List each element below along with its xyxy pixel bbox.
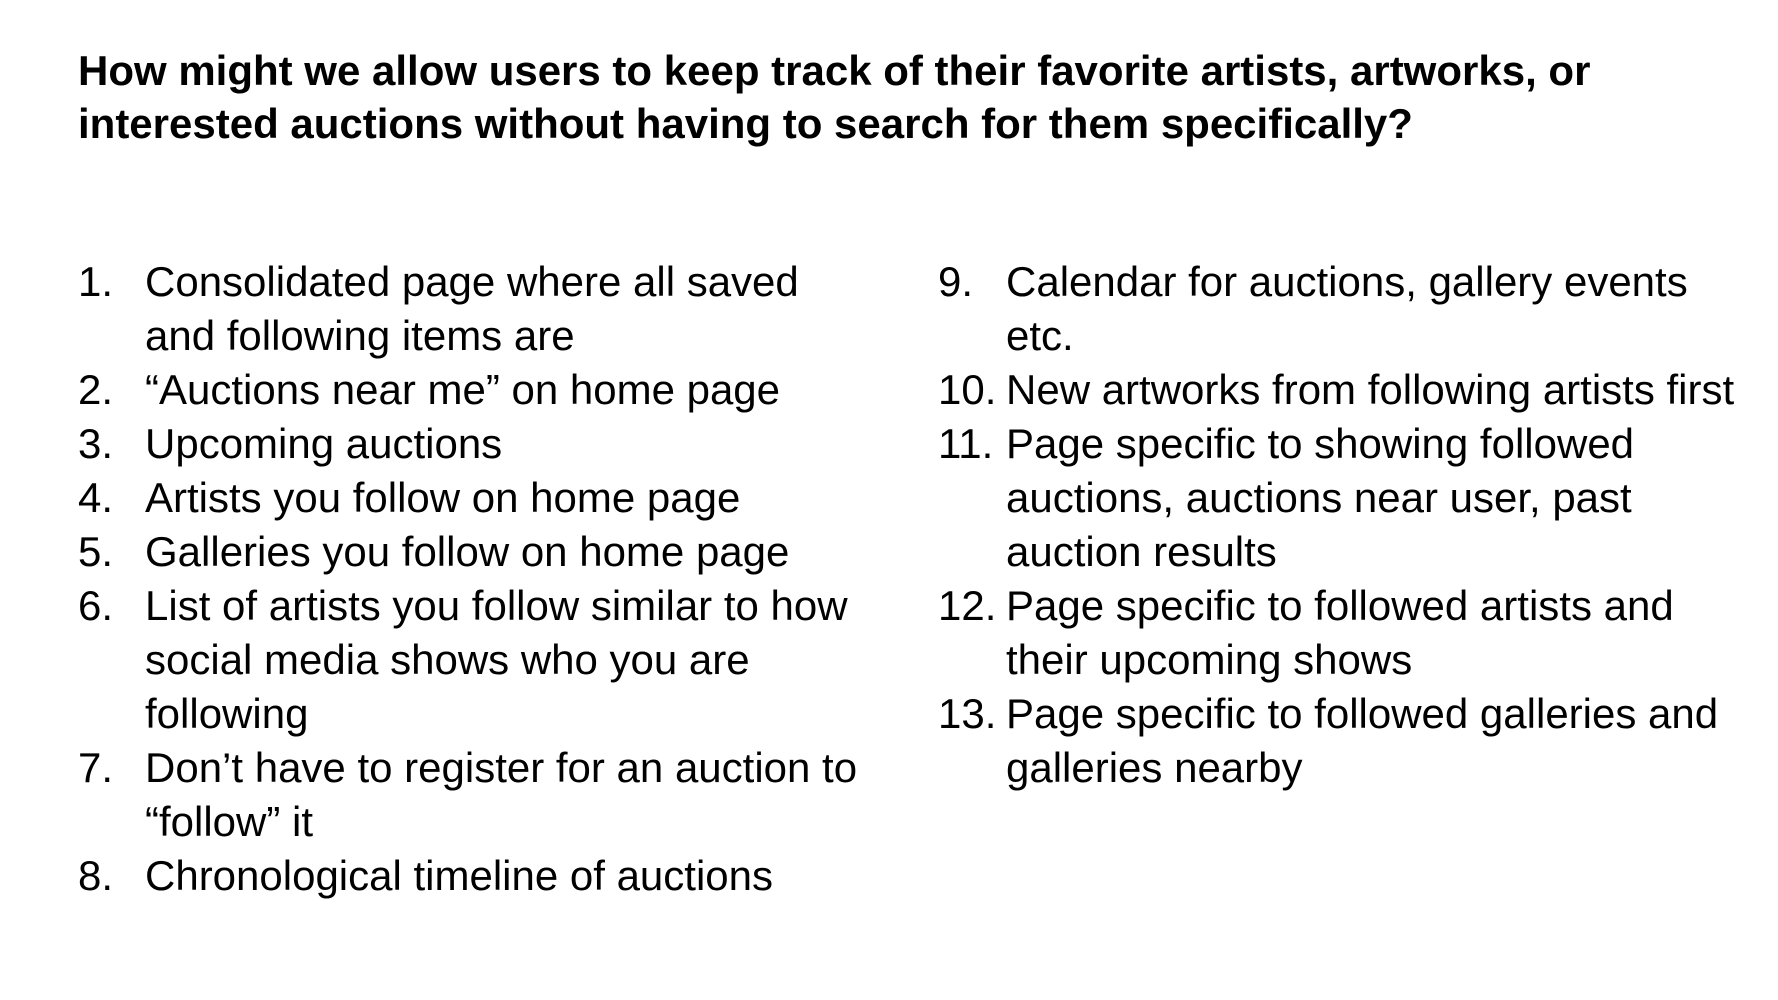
list-item: 12. Page specific to followed artists an… (938, 579, 1758, 687)
list-item: 5. Galleries you follow on home page (78, 525, 878, 579)
list-item-number: 1. (78, 258, 114, 305)
list-item: 10. New artworks from following artists … (938, 363, 1758, 417)
list-item-text: Chronological timeline of auctions (145, 852, 774, 899)
left-list: 1. Consolidated page where all saved and… (78, 255, 878, 903)
slide-heading: How might we allow users to keep track o… (78, 47, 1591, 147)
list-item-number: 12. (938, 582, 997, 629)
list-item: 6. List of artists you follow similar to… (78, 579, 878, 741)
list-item-text: “Auctions near me” on home page (145, 366, 781, 413)
list-item-number: 9. (938, 258, 974, 305)
list-item-number: 8. (78, 852, 114, 899)
list-item-number: 2. (78, 366, 114, 413)
list-item: 8. Chronological timeline of auctions (78, 849, 878, 903)
list-item-number: 13. (938, 690, 997, 737)
list-item-number: 10. (938, 366, 997, 413)
list-item-number: 6. (78, 582, 114, 629)
list-item-text: Upcoming auctions (145, 420, 503, 467)
list-item-number: 7. (78, 744, 114, 791)
list-item-text: New artworks from following artists firs… (1006, 366, 1735, 413)
list-item-text: Artists you follow on home page (145, 474, 741, 521)
list-item-number: 3. (78, 420, 114, 467)
list-item-number: 5. (78, 528, 114, 575)
list-item: 9. Calendar for auctions, gallery events… (938, 255, 1758, 363)
list-item-text: Calendar for auctions, gallery events et… (1006, 258, 1688, 359)
list-item-text: Galleries you follow on home page (145, 528, 790, 575)
list-item: 3. Upcoming auctions (78, 417, 878, 471)
list-item-number: 11. (938, 420, 994, 467)
list-item-text: Page specific to followed galleries and … (1006, 690, 1719, 791)
slide: How might we allow users to keep track o… (0, 0, 1778, 1000)
right-list: 9. Calendar for auctions, gallery events… (938, 255, 1758, 795)
list-item-text: Page specific to followed artists and th… (1006, 582, 1674, 683)
list-item: 11. Page specific to showing followed au… (938, 417, 1758, 579)
list-item: 7. Don’t have to register for an auction… (78, 741, 878, 849)
list-item: 2. “Auctions near me” on home page (78, 363, 878, 417)
list-item: 13. Page specific to followed galleries … (938, 687, 1758, 795)
list-item-text: Consolidated page where all saved and fo… (145, 258, 799, 359)
list-item-text: Don’t have to register for an auction to… (145, 744, 858, 845)
list-item-number: 4. (78, 474, 114, 521)
list-item-text: Page specific to showing followed auctio… (1006, 420, 1635, 575)
list-item: 4. Artists you follow on home page (78, 471, 878, 525)
list-item: 1. Consolidated page where all saved and… (78, 255, 878, 363)
list-item-text: List of artists you follow similar to ho… (145, 582, 848, 737)
